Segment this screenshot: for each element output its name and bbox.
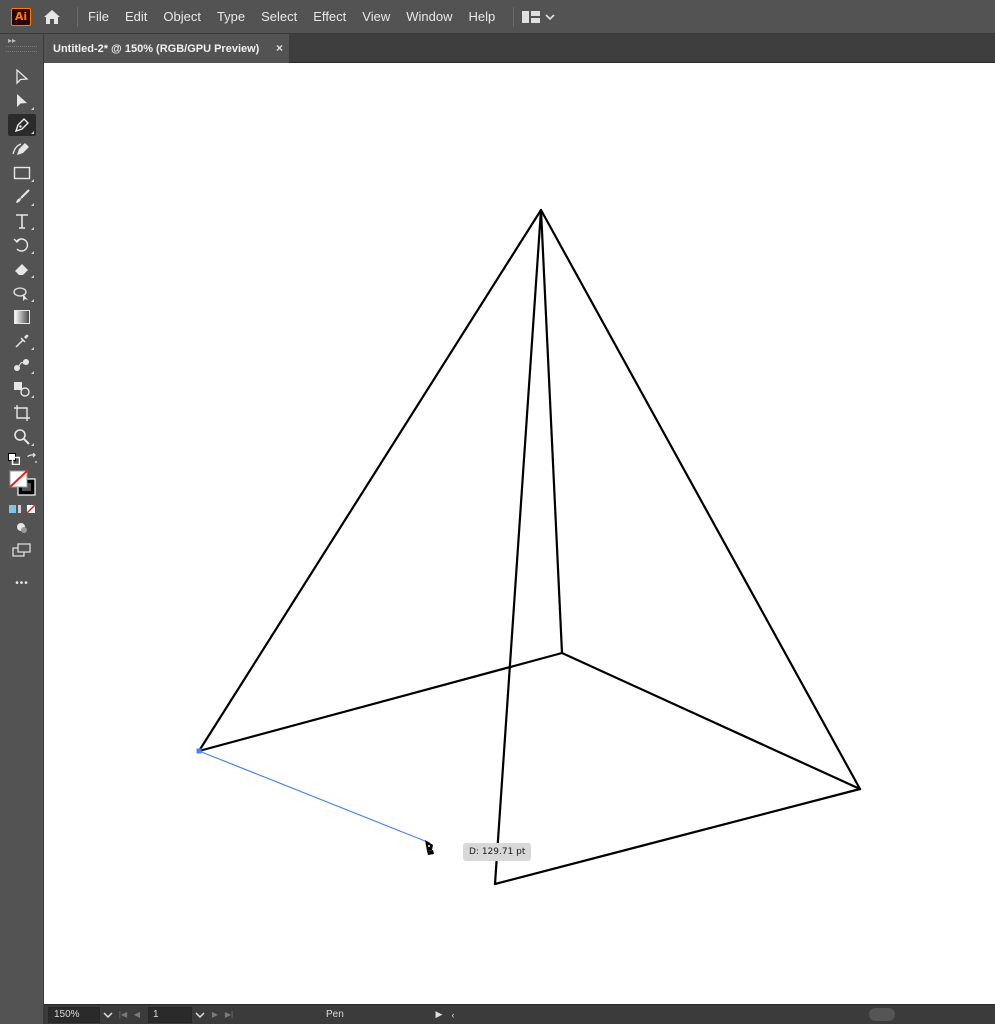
eraser-icon [15,264,28,275]
artboard-icon [14,405,30,421]
rotate-icon [13,238,29,252]
horizontal-scrollbar-thumb[interactable] [869,1008,895,1021]
zoom-level-field[interactable]: 150% [48,1006,100,1023]
arrow-outline-icon [16,69,29,85]
panel-collapse-icon[interactable]: ▸▸ [0,34,43,46]
menu-view[interactable]: View [354,0,398,34]
status-menu-play-icon[interactable]: ▶ [432,1007,446,1023]
close-icon[interactable]: × [276,41,283,55]
first-artboard-icon[interactable]: |◀ [116,1007,130,1023]
pyramid-right-edge [539,208,862,791]
menu-help[interactable]: Help [460,0,503,34]
workspace-layout-icon [522,10,541,23]
type-tool[interactable] [8,210,36,232]
default-fill-stroke-button[interactable] [7,448,21,470]
base-front-right-edge [493,787,862,886]
menu-edit[interactable]: Edit [117,0,155,34]
pyramid-left-edge [197,208,543,753]
base-back-right-edge [560,651,862,791]
pyramid-artwork[interactable] [44,63,995,1004]
gradient-icon [14,310,30,324]
next-artboard-icon[interactable]: ▶ [208,1007,222,1023]
puppet-warp-tool[interactable] [8,282,36,304]
swap-arrow-icon [27,453,37,463]
document-tab[interactable]: Untitled-2* @ 150% (RGB/GPU Preview) × [44,34,289,63]
menu-file[interactable]: File [84,0,117,34]
blend-tool[interactable] [8,354,36,376]
document-tab-bar: Untitled-2* @ 150% (RGB/GPU Preview) × [44,34,995,63]
screen-mode-icon [12,543,31,557]
curvature-tool[interactable] [8,138,36,160]
curvature-pen-icon [12,143,29,155]
tools-panel: ▸▸ ••• [0,34,44,1024]
current-tool-label: Pen [326,1009,344,1020]
default-colors-icon [8,453,20,465]
menu-select[interactable]: Select [253,0,305,34]
zoom-dropdown-chevron-icon[interactable] [100,1007,116,1023]
rotate-tool[interactable] [8,234,36,256]
swap-fill-stroke-button[interactable] [25,448,39,470]
artboard-number-field[interactable]: 1 [148,1006,192,1023]
artboard-tool[interactable] [8,402,36,424]
draw-mode-icon [17,523,27,533]
artboard-canvas[interactable]: D: 129.71 pt [44,63,995,1004]
app-logo: Ai [11,7,31,26]
pyramid-front-edge [493,208,543,886]
menu-window[interactable]: Window [398,0,460,34]
scroll-left-chevron-icon[interactable]: ‹ [446,1007,460,1023]
workspace-switcher[interactable] [513,6,555,27]
edit-toolbar-button[interactable]: ••• [8,574,36,592]
eyedropper-icon [15,334,29,348]
blend-icon [14,359,29,371]
home-icon[interactable] [41,6,63,28]
pen-tool[interactable] [8,114,36,136]
puppet-warp-icon [13,287,28,301]
shape-builder-tool[interactable] [8,378,36,400]
menu-divider [77,6,78,27]
gradient-tool[interactable] [8,306,36,328]
distance-tooltip: D: 129.71 pt [463,843,532,861]
previous-artboard-icon[interactable]: ◀ [130,1007,144,1023]
color-mode-buttons[interactable] [8,501,36,517]
last-artboard-icon[interactable]: ▶| [222,1007,236,1023]
menu-object[interactable]: Object [155,0,209,34]
pen-icon [14,118,29,133]
draw-mode-button[interactable] [8,519,36,537]
eraser-tool[interactable] [8,258,36,280]
selection-tool[interactable] [8,66,36,88]
eyedropper-tool[interactable] [8,330,36,352]
pyramid-back-edge [539,208,564,655]
brush-icon [16,189,30,203]
anchor-point [196,748,202,754]
menu-type[interactable]: Type [209,0,253,34]
arrow-filled-icon [17,94,27,107]
menu-effect[interactable]: Effect [305,0,354,34]
type-icon [16,214,28,229]
zoom-tool[interactable] [8,426,36,448]
artboard-dropdown-chevron-icon[interactable] [192,1007,208,1023]
direct-selection-tool[interactable] [8,90,36,112]
pen-preview-line [198,750,431,844]
screen-mode-button[interactable] [8,541,36,559]
status-bar: 150% |◀ ◀ 1 ▶ ▶| Pen ▶ ‹ [44,1004,995,1024]
paintbrush-tool[interactable] [8,186,36,208]
rectangle-tool[interactable] [8,162,36,184]
menu-bar: Ai File Edit Object Type Select Effect V… [0,0,995,34]
panel-grip[interactable] [6,46,37,52]
fill-stroke-swatches[interactable] [6,468,38,498]
shape-builder-icon [14,382,30,397]
color-gradient-none-icon [9,504,36,514]
document-tab-title: Untitled-2* @ 150% (RGB/GPU Preview) [53,42,260,55]
chevron-down-icon [545,13,555,20]
rectangle-icon [13,166,31,180]
magnifier-icon [14,429,30,445]
